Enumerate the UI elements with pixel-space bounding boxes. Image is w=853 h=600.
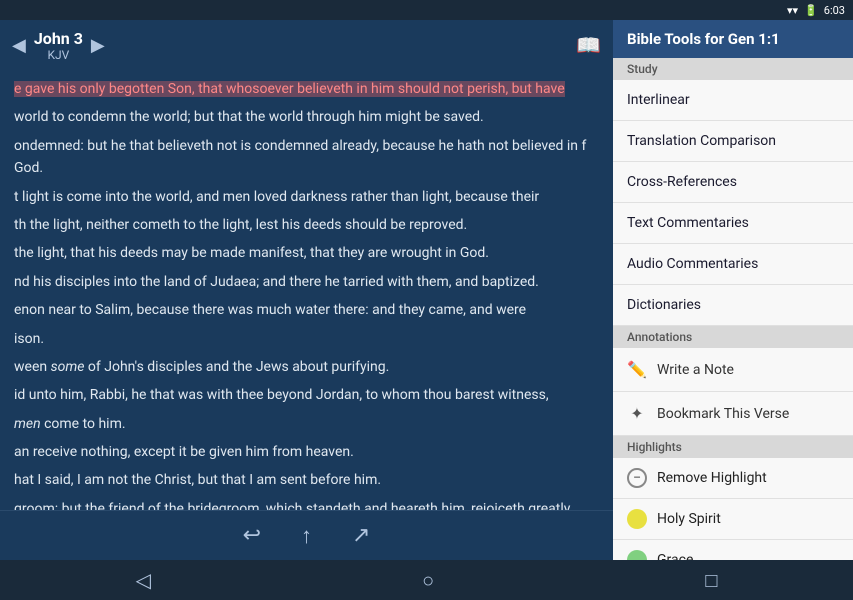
interlinear-label: Interlinear [627, 92, 690, 108]
cross-references-label: Cross-References [627, 174, 737, 190]
highlights-section: − Remove Highlight Holy Spirit Grace [613, 458, 853, 560]
bible-header: ◀ John 3 KJV ▶ 📖 [0, 20, 613, 70]
holy-spirit-item[interactable]: Holy Spirit [613, 499, 853, 540]
main-container: ◀ John 3 KJV ▶ 📖 e gave his only begotte… [0, 20, 853, 560]
right-panel-title: Bible Tools for Gen 1:1 [613, 20, 853, 58]
star-icon: ✦ [627, 404, 647, 423]
bible-content[interactable]: e gave his only begotten Son, that whoso… [0, 70, 613, 510]
verse-11: id unto him, Rabbi, he that was with the… [14, 384, 599, 406]
audio-commentaries-item[interactable]: Audio Commentaries [613, 244, 853, 285]
book-icon[interactable]: 📖 [576, 33, 601, 57]
text-commentaries-item[interactable]: Text Commentaries [613, 203, 853, 244]
time-display: 6:03 [824, 4, 845, 17]
status-bar: ▾▾ 🔋 6:03 [0, 0, 853, 20]
verse-8: enon near to Salim, because there was mu… [14, 299, 599, 321]
highlights-section-label: Highlights [613, 436, 853, 458]
bookmark-this-verse-item[interactable]: ✦ Bookmark This Verse [613, 392, 853, 436]
verse-6: the light, that his deeds may be made ma… [14, 242, 599, 264]
verse-10: ween some of John's disciples and the Je… [14, 356, 599, 378]
translation-comparison-item[interactable]: Translation Comparison [613, 121, 853, 162]
dictionaries-item[interactable]: Dictionaries [613, 285, 853, 326]
pencil-icon: ✏️ [627, 360, 647, 379]
study-section-label: Study [613, 58, 853, 80]
dictionaries-label: Dictionaries [627, 297, 701, 313]
annotations-section-label: Annotations [613, 326, 853, 348]
system-back-button[interactable]: ◁ [136, 568, 151, 592]
remove-highlight-item[interactable]: − Remove Highlight [613, 458, 853, 499]
book-version: KJV [34, 48, 83, 62]
wifi-icon: ▾▾ [787, 4, 798, 17]
write-a-note-item[interactable]: ✏️ Write a Note [613, 348, 853, 392]
verse-5: th the light, neither cometh to the ligh… [14, 214, 599, 236]
interlinear-item[interactable]: Interlinear [613, 80, 853, 121]
grace-label: Grace [657, 552, 693, 560]
audio-commentaries-label: Audio Commentaries [627, 256, 758, 272]
next-chapter-button[interactable]: ▶ [91, 35, 105, 56]
holy-spirit-label: Holy Spirit [657, 511, 721, 527]
bible-panel: ◀ John 3 KJV ▶ 📖 e gave his only begotte… [0, 20, 613, 560]
verse-7: nd his disciples into the land of Judaea… [14, 271, 599, 293]
remove-highlight-label: Remove Highlight [657, 470, 767, 486]
right-panel: Bible Tools for Gen 1:1 Study Interlinea… [613, 20, 853, 560]
verse-15: groom: but the friend of the bridegroom,… [14, 498, 599, 510]
recents-button[interactable]: □ [705, 568, 717, 593]
write-a-note-label: Write a Note [657, 362, 734, 378]
nav-arrows: ◀ John 3 KJV ▶ [12, 29, 105, 62]
prev-chapter-button[interactable]: ◀ [12, 35, 26, 56]
up-button[interactable]: ↑ [301, 523, 312, 549]
verse-9: ison. [14, 328, 599, 350]
text-commentaries-label: Text Commentaries [627, 215, 749, 231]
verse-13: an receive nothing, except it be given h… [14, 441, 599, 463]
grace-item[interactable]: Grace [613, 540, 853, 560]
holy-spirit-color-dot [627, 509, 647, 529]
translation-comparison-label: Translation Comparison [627, 133, 776, 149]
verse-4: t light is come into the world, and men … [14, 186, 599, 208]
home-button[interactable]: ○ [422, 568, 434, 593]
back-button[interactable]: ↩ [243, 523, 261, 548]
minus-circle-icon: − [627, 468, 647, 488]
book-name: John 3 [34, 29, 83, 48]
cross-references-item[interactable]: Cross-References [613, 162, 853, 203]
verse-2: world to condemn the world; but that the… [14, 106, 599, 128]
grace-color-dot [627, 550, 647, 560]
verse-1: e gave his only begotten Son, that whoso… [14, 78, 599, 100]
book-info: John 3 KJV [34, 29, 83, 62]
verse-1-text: e gave his only begotten Son, that whoso… [14, 81, 565, 97]
battery-icon: 🔋 [804, 4, 818, 17]
share-button[interactable]: ↗ [352, 523, 370, 548]
verse-12: men come to him. [14, 413, 599, 435]
verse-3: ondemned: but he that believeth not is c… [14, 135, 599, 180]
nav-bar: ◁ ○ □ [0, 560, 853, 600]
bottom-toolbar: ↩ ↑ ↗ [0, 510, 613, 560]
bookmark-this-verse-label: Bookmark This Verse [657, 406, 789, 422]
verse-14: hat I said, I am not the Christ, but tha… [14, 469, 599, 491]
